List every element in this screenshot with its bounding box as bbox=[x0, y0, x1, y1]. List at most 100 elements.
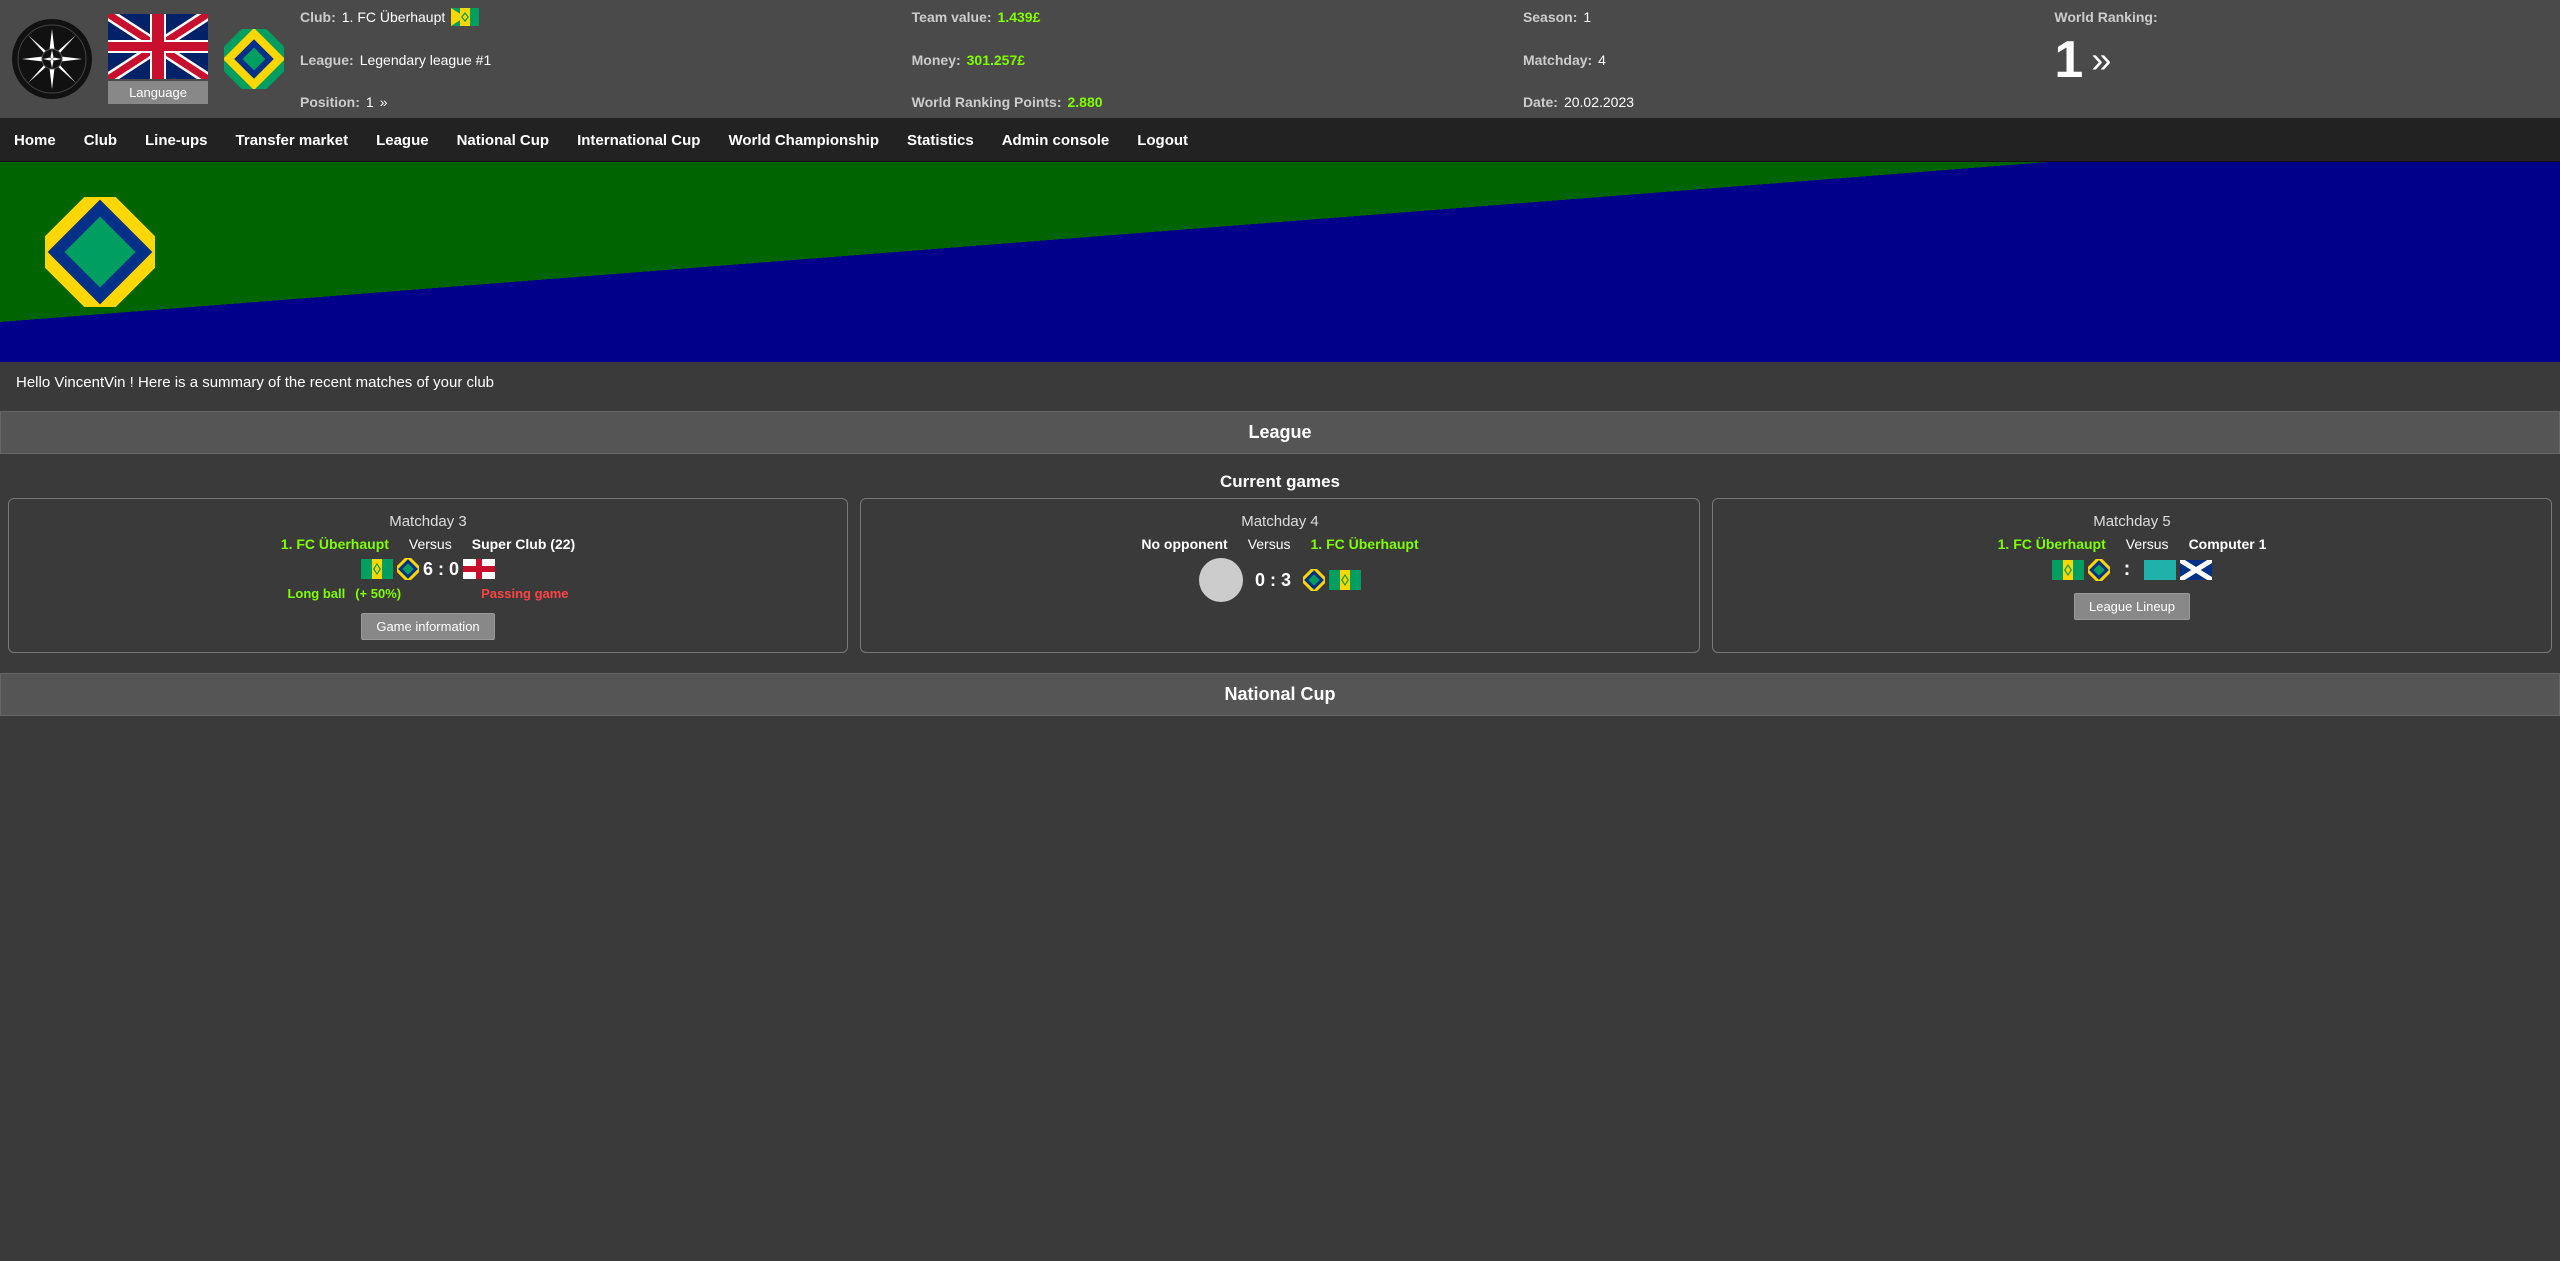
team1-name-3: 1. FC Überhaupt bbox=[1998, 536, 2106, 552]
world-ranking-info: World Ranking: bbox=[2054, 9, 2548, 25]
banner bbox=[0, 162, 2560, 362]
welcome-text: Hello VincentVin ! Here is a summary of … bbox=[16, 374, 494, 391]
banner-background bbox=[0, 162, 2560, 362]
tactic2: Passing game bbox=[481, 586, 568, 601]
header: Language Club: 1. FC Überhaupt bbox=[0, 0, 2560, 120]
tactic1: Long ball bbox=[287, 586, 345, 601]
diamond-flag-game1-icon bbox=[397, 558, 419, 580]
nav-world-championship[interactable]: World Championship bbox=[714, 120, 893, 161]
money-value: 301.257£ bbox=[967, 52, 1025, 68]
diamond-flag-game3-icon bbox=[2088, 559, 2110, 581]
matchday-4-label: Matchday 4 bbox=[1241, 513, 1319, 530]
season-info: Season: 1 bbox=[1523, 9, 2024, 25]
wrp-info: World Ranking Points: 2.880 bbox=[912, 94, 1493, 110]
league-section-header: League bbox=[0, 411, 2560, 454]
team2-name-1: Super Club (22) bbox=[472, 536, 575, 552]
nav-admin[interactable]: Admin console bbox=[988, 120, 1124, 161]
versus-row-2: No opponent Versus 1. FC Überhaupt bbox=[871, 536, 1689, 552]
club-diamond-flag bbox=[224, 29, 284, 89]
league-label: League: bbox=[300, 52, 354, 68]
uk-flag-icon bbox=[108, 14, 208, 79]
world-ranking-number: 1 bbox=[2054, 30, 2083, 90]
vc-flag-game2-icon bbox=[1329, 570, 1361, 590]
header-info: Club: 1. FC Überhaupt Team value: 1.439£… bbox=[300, 8, 2548, 110]
diamond-flag-game2-icon bbox=[1303, 569, 1325, 591]
ranking-arrows-icon: » bbox=[2091, 39, 2111, 81]
nav-national-cup[interactable]: National Cup bbox=[443, 120, 564, 161]
eng-flag-game1-icon bbox=[463, 559, 495, 579]
game-card-3: Matchday 5 1. FC Überhaupt Versus Comput… bbox=[1712, 498, 2552, 653]
diamond-flag-icon bbox=[224, 29, 284, 89]
no-opponent-circle bbox=[1199, 558, 1243, 602]
welcome-message: Hello VincentVin ! Here is a summary of … bbox=[0, 362, 2560, 403]
flags-row-1: 6 : 0 bbox=[361, 558, 495, 580]
team-value-info: Team value: 1.439£ bbox=[912, 9, 1493, 25]
nav-transfer[interactable]: Transfer market bbox=[222, 120, 363, 161]
flags-row-2: 0 : 3 bbox=[1199, 558, 1361, 602]
score-2: 0 : 3 bbox=[1255, 570, 1291, 591]
club-info: Club: 1. FC Überhaupt bbox=[300, 8, 882, 26]
game-card-1: Matchday 3 1. FC Überhaupt Versus Super … bbox=[8, 498, 848, 653]
league-lineup-button[interactable]: League Lineup bbox=[2074, 593, 2190, 620]
score-3: : bbox=[2124, 558, 2131, 581]
nav-home[interactable]: Home bbox=[0, 120, 70, 161]
nav-international-cup[interactable]: International Cup bbox=[563, 120, 714, 161]
league-section: League Current games Matchday 3 1. FC Üb… bbox=[0, 411, 2560, 665]
nav-club[interactable]: Club bbox=[70, 120, 131, 161]
logo-circle bbox=[12, 19, 92, 99]
versus-row-3: 1. FC Überhaupt Versus Computer 1 bbox=[1723, 536, 2541, 552]
national-cup-section: National Cup bbox=[0, 673, 2560, 716]
club-label: Club: bbox=[300, 9, 336, 25]
matchday-5-label: Matchday 5 bbox=[2093, 513, 2171, 530]
nav-statistics[interactable]: Statistics bbox=[893, 120, 988, 161]
date-label: Date: bbox=[1523, 94, 1558, 110]
games-container: Matchday 3 1. FC Überhaupt Versus Super … bbox=[0, 498, 2560, 665]
world-ranking-big: 1 » bbox=[2054, 30, 2548, 90]
vc-flag-game1-icon bbox=[361, 559, 393, 579]
position-arrows: » bbox=[380, 94, 388, 110]
national-cup-header: National Cup bbox=[0, 673, 2560, 716]
versus-text-2: Versus bbox=[1248, 536, 1291, 552]
wrp-value: 2.880 bbox=[1068, 94, 1103, 110]
game-information-button[interactable]: Game information bbox=[361, 613, 494, 640]
team-value-label: Team value: bbox=[912, 9, 992, 25]
position-value: 1 bbox=[366, 94, 374, 110]
current-games-title: Current games bbox=[0, 462, 2560, 498]
nav-lineups[interactable]: Line-ups bbox=[131, 120, 222, 161]
sco-flag-game3-icon bbox=[2180, 560, 2212, 580]
league-value: Legendary league #1 bbox=[360, 52, 492, 68]
position-label: Position: bbox=[300, 94, 360, 110]
money-info: Money: 301.257£ bbox=[912, 52, 1493, 68]
matchday-info: Matchday: 4 bbox=[1523, 52, 2024, 68]
star-logo-icon bbox=[17, 24, 87, 94]
club-value: 1. FC Überhaupt bbox=[342, 9, 446, 25]
league-info: League: Legendary league #1 bbox=[300, 52, 882, 68]
versus-row-1: 1. FC Überhaupt Versus Super Club (22) bbox=[19, 536, 837, 552]
versus-text-3: Versus bbox=[2126, 536, 2169, 552]
season-value: 1 bbox=[1583, 9, 1591, 25]
date-info: Date: 20.02.2023 bbox=[1523, 94, 2024, 110]
matchday-label: Matchday: bbox=[1523, 52, 1592, 68]
position-info: Position: 1 » bbox=[300, 94, 882, 110]
banner-logo bbox=[40, 192, 160, 312]
wrp-label: World Ranking Points: bbox=[912, 94, 1062, 110]
language-button[interactable]: Language bbox=[108, 81, 208, 104]
score-1: 6 : 0 bbox=[423, 559, 459, 580]
navigation: Home Club Line-ups Transfer market Leagu… bbox=[0, 120, 2560, 162]
tactics-row-1: Long ball (+ 50%) Passing game bbox=[287, 586, 568, 601]
world-ranking-label: World Ranking: bbox=[2054, 9, 2157, 25]
banner-diamond-icon bbox=[45, 197, 155, 307]
team2-name-3: Computer 1 bbox=[2189, 536, 2267, 552]
comp-flag-game3-icon bbox=[2144, 560, 2176, 580]
vc-flag-game3-icon bbox=[2052, 560, 2084, 580]
date-value: 20.02.2023 bbox=[1564, 94, 1634, 110]
no-opponent-label: No opponent bbox=[1141, 536, 1227, 552]
vc-flag-icon bbox=[451, 8, 479, 26]
tactic1-bonus: (+ 50%) bbox=[355, 586, 401, 601]
matchday-value: 4 bbox=[1598, 52, 1606, 68]
nav-logout[interactable]: Logout bbox=[1123, 120, 1202, 161]
nav-league[interactable]: League bbox=[362, 120, 443, 161]
team1-name-1: 1. FC Überhaupt bbox=[281, 536, 389, 552]
versus-text-1: Versus bbox=[409, 536, 452, 552]
team-value: 1.439£ bbox=[998, 9, 1041, 25]
